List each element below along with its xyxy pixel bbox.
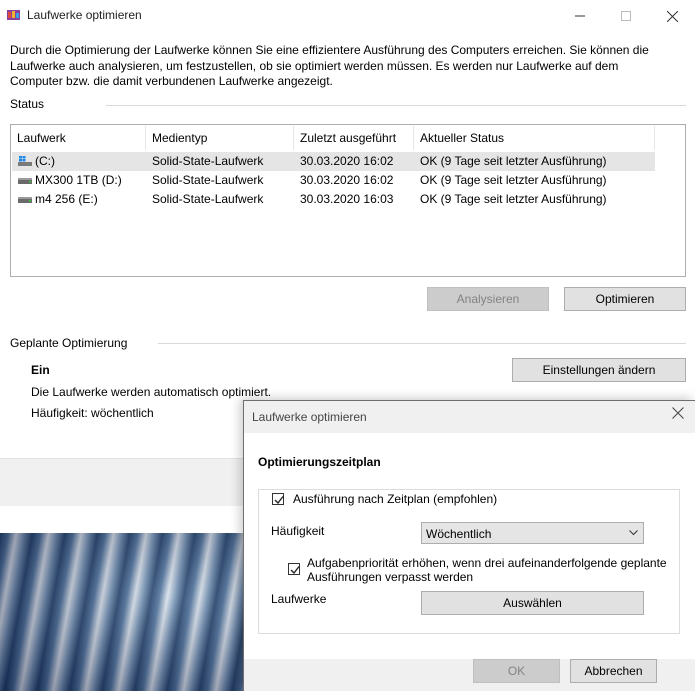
- minimize-icon: [575, 15, 585, 17]
- dialog-title: Laufwerke optimieren: [252, 410, 367, 424]
- drive-media-type: Solid-State-Laufwerk: [152, 192, 264, 206]
- close-button[interactable]: [649, 0, 695, 32]
- schedule-description: Die Laufwerke werden automatisch optimie…: [31, 385, 272, 399]
- drive-name: MX300 1TB (D:): [35, 173, 122, 187]
- drive-status: OK (9 Tage seit letzter Ausführung): [420, 173, 607, 187]
- cancel-button[interactable]: Abbrechen: [570, 659, 657, 683]
- frequency-label: Häufigkeit: [271, 524, 325, 538]
- dialog-heading: Optimierungszeitplan: [258, 455, 381, 469]
- checkmark-icon: [274, 496, 284, 505]
- frequency-text: Häufigkeit: wöchentlich: [31, 406, 154, 420]
- close-icon: [672, 407, 684, 419]
- priority-checkbox[interactable]: [288, 563, 300, 575]
- drive-status: OK (9 Tage seit letzter Ausführung): [420, 154, 607, 168]
- scheduled-divider: [158, 343, 686, 344]
- intro-text: Durch die Optimierung der Laufwerke könn…: [10, 43, 649, 88]
- column-header-media-type[interactable]: Medientyp: [146, 125, 293, 152]
- minimize-button[interactable]: [557, 0, 603, 32]
- status-section-label: Status: [10, 97, 45, 111]
- drive-icon: [18, 178, 32, 184]
- priority-checkbox-label[interactable]: Aufgabenpriorität erhöhen, wenn drei auf…: [307, 556, 667, 584]
- drive-name: (C:): [35, 154, 55, 168]
- dialog-close-button[interactable]: [672, 407, 684, 422]
- analyze-button[interactable]: Analysieren: [427, 287, 549, 311]
- chevron-down-icon: [629, 530, 638, 536]
- defrag-app-icon: [7, 10, 20, 20]
- checkmark-icon: [290, 566, 300, 575]
- windows-drive-icon: [18, 156, 32, 166]
- drive-media-type: Solid-State-Laufwerk: [152, 173, 264, 187]
- drive-list[interactable]: Laufwerk Medientyp Zuletzt ausgeführt Ak…: [10, 124, 686, 277]
- status-divider: [106, 105, 686, 106]
- maximize-icon: [621, 11, 631, 21]
- desktop-wallpaper: [0, 533, 243, 691]
- schedule-checkbox-label[interactable]: Ausführung nach Zeitplan (empfohlen): [293, 492, 497, 506]
- title-bar[interactable]: Laufwerke optimieren: [0, 0, 695, 32]
- drive-last-run: 30.03.2020 16:03: [300, 192, 394, 206]
- drive-icon: [18, 197, 32, 203]
- column-header-last-run[interactable]: Zuletzt ausgeführt: [294, 125, 413, 152]
- column-header-status[interactable]: Aktueller Status: [414, 125, 654, 152]
- ok-button[interactable]: OK: [473, 659, 560, 683]
- dialog-body: Optimierungszeitplan Ausführung nach Zei…: [244, 433, 695, 659]
- schedule-state: Ein: [31, 363, 50, 377]
- frequency-select[interactable]: Wöchentlich: [421, 522, 644, 544]
- close-icon: [666, 10, 678, 22]
- change-settings-button[interactable]: Einstellungen ändern: [512, 358, 686, 382]
- column-header-drive[interactable]: Laufwerk: [11, 125, 145, 152]
- drive-last-run: 30.03.2020 16:02: [300, 154, 394, 168]
- drive-row[interactable]: m4 256 (E:) Solid-State-Laufwerk 30.03.2…: [12, 190, 655, 209]
- optimize-button[interactable]: Optimieren: [564, 287, 686, 311]
- schedule-checkbox[interactable]: [272, 493, 284, 505]
- choose-drives-button[interactable]: Auswählen: [421, 591, 644, 615]
- frequency-select-value: Wöchentlich: [426, 527, 492, 541]
- drive-media-type: Solid-State-Laufwerk: [152, 154, 264, 168]
- drive-last-run: 30.03.2020 16:02: [300, 173, 394, 187]
- drive-name: m4 256 (E:): [35, 192, 98, 206]
- drives-label: Laufwerke: [271, 592, 327, 606]
- priority-label-line1: Aufgabenpriorität erhöhen, wenn drei auf…: [307, 556, 667, 570]
- drive-status: OK (9 Tage seit letzter Ausführung): [420, 192, 607, 206]
- maximize-button[interactable]: [603, 0, 649, 32]
- scheduled-section-label: Geplante Optimierung: [10, 336, 128, 350]
- drive-row[interactable]: (C:) Solid-State-Laufwerk 30.03.2020 16:…: [12, 152, 655, 171]
- column-separator: [654, 126, 655, 150]
- priority-label-line2: Ausführungen verpasst werden: [307, 570, 474, 584]
- window-title: Laufwerke optimieren: [27, 8, 142, 22]
- drive-row[interactable]: MX300 1TB (D:) Solid-State-Laufwerk 30.0…: [12, 171, 655, 190]
- schedule-dialog: Laufwerke optimieren Optimierungszeitpla…: [243, 400, 695, 691]
